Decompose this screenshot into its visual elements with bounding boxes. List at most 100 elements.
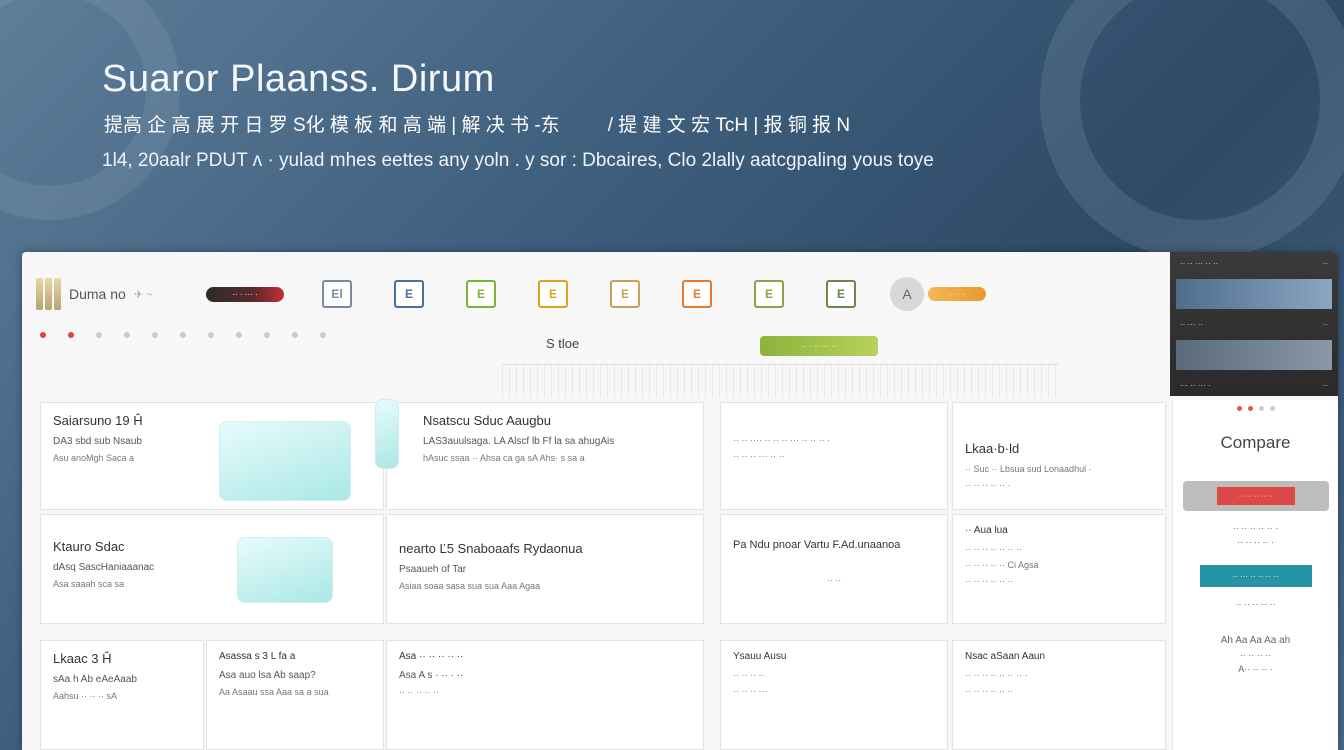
template-card[interactable]: Ysauu Ausu ·· ·· ·· ·· ·· ·· ·· ···: [720, 640, 948, 750]
preview-row: ·· ·· ··· ·· ·· ··: [1170, 252, 1338, 275]
card-line: ·· ·· ·· ·· ·· ·: [965, 480, 1011, 490]
hero-subtitle: 提高 企 高 展 开 日 罗 S化 模 板 和 高 端 | 解 决 书 -东 /…: [104, 110, 850, 137]
card-line: ·· ·· ·· ··· ·· ··: [733, 451, 785, 461]
compare-panel: Compare ·· ··· ·· ··· · ·· ·· ·· ·· ·· ·…: [1172, 400, 1338, 750]
app-window: Duma no ✈ ~ ·· · ··· · El E E E E E E E A ·· ··…: [22, 252, 1338, 750]
tab-strip: [40, 332, 326, 338]
hero-subtitle-right: / 提 建 文 宏 TcH | 报 铜 报 N: [607, 115, 851, 136]
card-line: ·· ··: [826, 575, 842, 585]
tab-dot[interactable]: [292, 332, 298, 338]
template-card[interactable]: Asassa s 3 L fa a Asa auo lsa Ab saap? A…: [206, 640, 384, 750]
tab-dot[interactable]: [208, 332, 214, 338]
tool-icon[interactable]: E: [466, 280, 496, 308]
card-line: Asa A s · ·· · ··: [399, 670, 464, 681]
user-avatar-icon[interactable]: A: [890, 277, 924, 311]
pager-dot[interactable]: [1236, 406, 1242, 411]
tool-icon[interactable]: El: [322, 280, 352, 308]
template-card[interactable]: Pa Ndu pnoar Vartu F.Ad.unaanoa ·· ··: [720, 514, 948, 624]
tool-icon[interactable]: E: [538, 280, 568, 308]
pager-dot[interactable]: [1247, 406, 1253, 411]
template-card[interactable]: Lkaa·b·ld ·· Suc ·· Lbsua sud Lonaadhul …: [952, 402, 1166, 510]
tab-dot[interactable]: [96, 332, 102, 338]
tab-dot[interactable]: [152, 332, 158, 338]
card-line: ·· ·· ·· ·· ··: [399, 687, 439, 697]
preview-row-value: ··: [1322, 381, 1328, 390]
toolbar: Duma no ✈ ~ ·· · ··· · El E E E E E E E A ·· ··…: [36, 270, 1172, 318]
tool-icon[interactable]: E: [610, 280, 640, 308]
preview-panel: ·· ·· ··· ·· ·· ·· ·· ··· ·· ·· ··· ·· ···…: [1170, 252, 1338, 396]
tab-dot[interactable]: [124, 332, 130, 338]
tool-icon[interactable]: E: [394, 280, 424, 308]
style-label: S tloe: [546, 336, 580, 351]
preview-row-label: ·· ··· ··: [1180, 320, 1204, 329]
template-thumbnail: [237, 537, 333, 603]
compare-button[interactable]: ·· ··· ·· ·· ·· ··: [1199, 565, 1312, 587]
tab-dot[interactable]: [180, 332, 186, 338]
tab-dot[interactable]: [236, 332, 242, 338]
brand-name: Duma no: [69, 286, 126, 302]
timeline-ruler[interactable]: [502, 364, 1058, 398]
card-title: ·· Aua lua: [965, 525, 1008, 536]
tab-dot[interactable]: [40, 332, 46, 338]
compare-selector[interactable]: ·· ··· ·· ··· ·: [1182, 481, 1329, 511]
tab-dot[interactable]: [264, 332, 270, 338]
compare-footer-line: ·· ·· ·· ··: [1239, 650, 1272, 660]
card-line: Asiaa soaa sasa sua sua Aaa Agaa: [399, 581, 541, 591]
tab-dot[interactable]: [320, 332, 326, 338]
action-pill-button[interactable]: ·· ·· ··: [928, 287, 986, 301]
hero-description: 1l4, 20aalr PDUT ᴧ · yulad mhes eettes a…: [102, 150, 934, 171]
preview-row-label: ·· ·· ··· ·· ··: [1180, 259, 1219, 268]
preview-row: ·· ··· ·· ··: [1170, 313, 1338, 336]
template-card[interactable]: Nsac aSaan Aaun ·· ·· ·· ·· ·· ·· ·· · ·…: [952, 640, 1166, 750]
card-title: Asassa s 3 L fa a: [219, 651, 296, 662]
hero-decoration-circle: [1040, 0, 1344, 260]
apply-style-button[interactable]: ·· · ·· ··· ··: [760, 336, 878, 356]
compare-pager: [1173, 406, 1338, 411]
template-card[interactable]: Asa ·· ·· ·· ·· ·· Asa A s · ·· · ·· ·· …: [386, 640, 704, 750]
template-card[interactable]: nearto Ľ5 Snaboaafs Rydaonua Psaaueh of …: [386, 514, 704, 624]
app-logo-icon: [36, 278, 61, 310]
template-card[interactable]: Ktauro Sdac dAsq SascHaniaaanac Asa saaa…: [40, 514, 384, 624]
preview-row-value: ··: [1322, 259, 1328, 268]
record-button[interactable]: ·· · ··· ·: [206, 286, 284, 302]
tab-dot[interactable]: [68, 332, 74, 338]
card-line: sAa h Ab eAeAaab: [53, 674, 137, 685]
card-line: Aa Asaau ssa Aaa sa a sua: [219, 687, 329, 697]
hero-title: Suaror Plaanss. Dirum: [102, 58, 495, 100]
compare-footer-line: A·· ·· ·· ·: [1238, 664, 1273, 674]
card-line: ·· ·· ·· ·· ·· ··: [965, 576, 1014, 586]
compare-selector-label: ·· ··· ·· ··· ·: [1216, 487, 1295, 505]
template-card[interactable]: Nsatscu Sduc Aaugbu LAS3auulsaga. LA Als…: [375, 399, 704, 510]
pager-dot[interactable]: [1258, 406, 1264, 411]
template-card[interactable]: ·· ·· ···· ·· ·· ·· ··· ·· ·· ·· · ·· ··…: [720, 402, 948, 510]
card-line: ·· ·· ·· ··: [733, 670, 765, 680]
pager-dot[interactable]: [1269, 406, 1275, 411]
card-line: Aahsu ·· ·· ·· sA: [53, 691, 118, 701]
card-line: ·· ·· ·· ···: [733, 686, 768, 696]
template-grid: Saiarsuno 19 Ĥ DA3 sbd sub Nsaub Asu ano…: [40, 399, 1166, 750]
compare-line: ·· ·· ·· ·· ·: [1237, 537, 1274, 547]
card-title: Ysauu Ausu: [733, 651, 787, 662]
card-line: ·· ·· ·· ·· ·· Ci Agsa: [965, 560, 1039, 570]
template-card[interactable]: Saiarsuno 19 Ĥ DA3 sbd sub Nsaub Asu ano…: [40, 402, 384, 510]
preview-row-value: ··: [1322, 320, 1328, 329]
tool-icon[interactable]: E: [826, 280, 856, 308]
compare-footer-line: Ah Aa Aa Aa ah: [1220, 635, 1291, 646]
preview-thumbnail[interactable]: [1176, 279, 1332, 309]
brand: Duma no ✈ ~: [36, 278, 206, 310]
card-line: Psaaueh of Tar: [399, 564, 467, 575]
card-line: LAS3auulsaga. LA Alscf lb Ff la sa ahugA…: [423, 436, 615, 447]
card-title: Lkaac 3 Ĥ: [53, 651, 112, 666]
preview-thumbnail[interactable]: [1176, 340, 1332, 370]
card-line: Asa auo lsa Ab saap?: [219, 670, 316, 681]
card-title: Nsatscu Sduc Aaugbu: [423, 413, 551, 428]
tool-icon[interactable]: E: [682, 280, 712, 308]
template-card[interactable]: ·· Aua lua ·· ·· ·· ·· ·· ·· ·· ·· ·· ··…: [952, 514, 1166, 624]
tool-icon[interactable]: E: [754, 280, 784, 308]
card-line: ·· ·· ·· ·· ·· ·· ··: [965, 544, 1022, 554]
card-line: ·· ·· ·· ·· ·· ·· ·· ·: [965, 670, 1028, 680]
template-card[interactable]: Lkaac 3 Ĥ sAa h Ab eAeAaab Aahsu ·· ·· ·…: [40, 640, 204, 750]
card-title: Nsac aSaan Aaun: [965, 651, 1046, 662]
template-thumbnail: [219, 421, 351, 501]
card-title: Asa ·· ·· ·· ·· ··: [399, 651, 464, 662]
